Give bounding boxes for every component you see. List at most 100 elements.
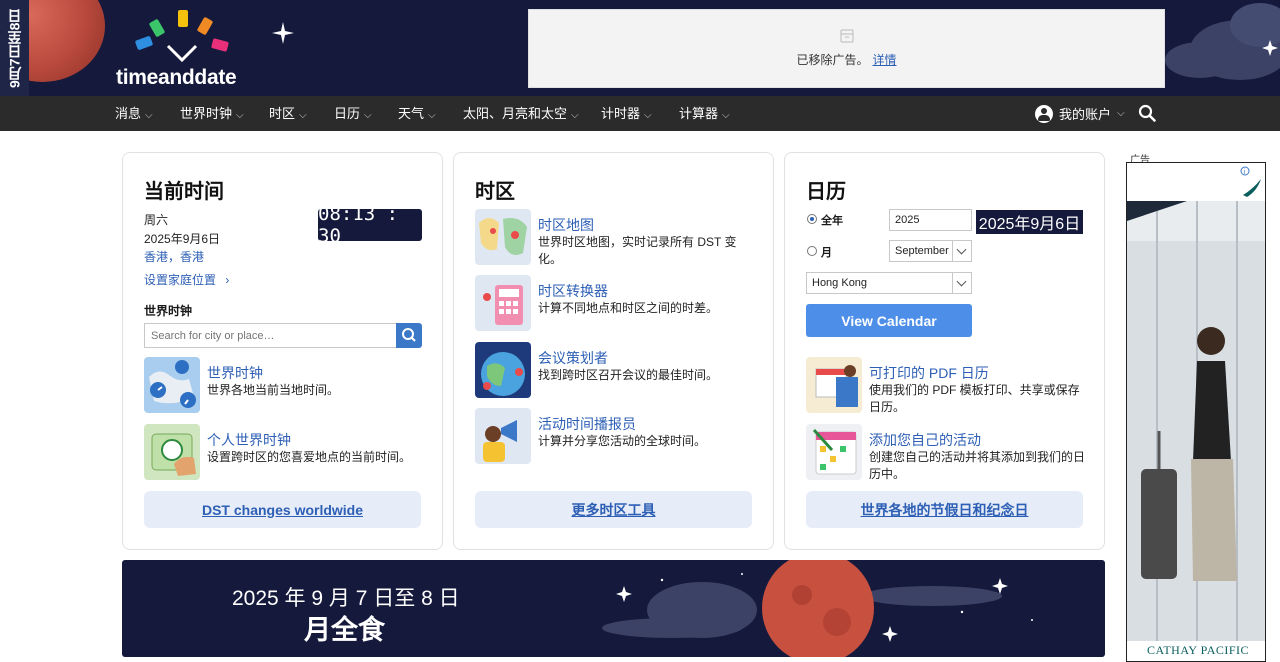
nav-world-clock-label: 世界时钟 [180, 106, 233, 121]
chevron-down-icon: ⌵ [1117, 108, 1125, 119]
location-link[interactable]: 香港，香港 [144, 248, 204, 265]
eclipse-banner-title: 月全食 [304, 615, 385, 645]
search-icon[interactable] [1138, 104, 1156, 122]
month-select[interactable]: September [889, 240, 972, 262]
time-zones-card: 时区 时区地图 世界时区地图，实时记录所有 DST 变化。 时区转换器 计算不同… [453, 152, 774, 550]
meeting-planner-desc: 找到跨时区召开会议的最佳时间。 [538, 368, 719, 382]
nav-news[interactable]: 消息 ⌵ [115, 96, 153, 131]
nav-time-zones[interactable]: 时区 ⌵ [269, 96, 307, 131]
world-clock-desc: 世界各地当前当地时间。 [207, 383, 340, 397]
chevron-down-icon: ⌵ [644, 110, 652, 121]
chevron-down-icon [952, 273, 971, 293]
dst-changes-button[interactable]: DST changes worldwide [144, 491, 421, 528]
logo-text[interactable]: timeanddate [116, 66, 237, 90]
current-date-badge: 2025年9月6日 [976, 210, 1083, 234]
nav-calendar[interactable]: 日历 ⌵ [334, 96, 372, 131]
month-select-value: September [895, 245, 949, 257]
nav-timers[interactable]: 计时器 ⌵ [601, 96, 652, 131]
city-search-input[interactable] [144, 323, 396, 348]
nav-calculators[interactable]: 计算器 ⌵ [679, 96, 730, 131]
holidays-worldwide-button[interactable]: 世界各地的节假日和纪念日 [806, 491, 1083, 528]
feature-time-zone-map[interactable]: 时区地图 世界时区地图，实时记录所有 DST 变化。 [475, 209, 765, 267]
world-clock-link[interactable]: 世界时钟 [207, 363, 263, 383]
search-icon [402, 328, 416, 342]
feature-event-announcer[interactable]: 活动时间播报员 计算并分享您活动的全球时间。 [475, 408, 765, 466]
radio-full-year-label: 全年 [821, 215, 843, 227]
feature-personal-world-clock[interactable]: 个人世界时钟 设置跨时区的您喜爱地点的当前时间。 [144, 424, 434, 482]
chevron-down-icon: ⌵ [428, 110, 436, 121]
world-clock-heading: 世界时钟 [144, 304, 193, 318]
chevron-down-icon: ⌵ [299, 110, 307, 121]
chevron-down-icon: ⌵ [236, 110, 244, 121]
add-own-events-link[interactable]: 添加您自己的活动 [869, 430, 981, 450]
eclipse-illustration [602, 560, 1033, 657]
nav-world-clock[interactable]: 世界时钟 ⌵ [180, 96, 244, 131]
eclipse-banner[interactable]: 2025 年 9 月 7 日至 8 日 月全食 [122, 560, 1105, 657]
event-announcer-desc: 计算并分享您活动的全球时间。 [538, 434, 707, 448]
time-zone-converter-desc: 计算不同地点和时区之间的时差。 [538, 301, 719, 315]
radio-full-year[interactable] [807, 214, 817, 224]
personal-world-clock-link[interactable]: 个人世界时钟 [207, 430, 291, 450]
set-home-label: 设置家庭位置 [144, 273, 217, 287]
view-calendar-button[interactable]: View Calendar [806, 304, 972, 337]
chevron-right-icon: › [225, 273, 230, 287]
city-search-button[interactable] [396, 323, 422, 348]
printable-pdf-calendar-link[interactable]: 可打印的 PDF 日历 [869, 363, 989, 383]
time-zone-map-link[interactable]: 时区地图 [538, 215, 594, 235]
nav-weather[interactable]: 天气 ⌵ [398, 96, 436, 131]
time-zones-title: 时区 [475, 181, 515, 203]
nav-news-label: 消息 [115, 106, 142, 121]
world-clock-thumbnail [144, 357, 200, 413]
add-own-events-desc: 创建您自己的活动并将其添加到我们的日历中。 [869, 450, 1086, 481]
eclipse-date-tab[interactable]: 9月7日至8日 [0, 0, 29, 96]
time-zone-map-thumbnail [475, 209, 531, 265]
nav-calculators-label: 计算器 [679, 106, 719, 121]
chevron-down-icon [952, 241, 971, 261]
ad-details-link[interactable]: 详情 [873, 53, 897, 67]
nav-sun-moon-space[interactable]: 太阳、月亮和太空 ⌵ [463, 96, 579, 131]
star-icon [272, 22, 294, 44]
ad-info-icon[interactable]: i [1239, 165, 1263, 201]
nav-weather-label: 天气 [398, 106, 425, 121]
more-time-zone-tools-button[interactable]: 更多时区工具 [475, 491, 752, 528]
personal-world-clock-desc: 设置跨时区的您喜爱地点的当前时间。 [207, 450, 412, 464]
feature-world-clock[interactable]: 世界时钟 世界各地当前当地时间。 [144, 357, 434, 415]
removed-ad-box: 已移除广告。 详情 [528, 9, 1165, 88]
location-select[interactable]: Hong Kong [806, 272, 972, 294]
time-zone-map-desc: 世界时区地图，实时记录所有 DST 变化。 [538, 235, 737, 266]
set-home-link[interactable]: 设置家庭位置 › [144, 271, 229, 288]
ad-removed-text: 已移除广告。 [796, 53, 869, 67]
my-account-menu[interactable]: 我的账户 ⌵ [1035, 96, 1125, 131]
city-search [144, 323, 422, 348]
personal-world-clock-thumbnail [144, 424, 200, 480]
time-zone-converter-link[interactable]: 时区转换器 [538, 281, 608, 301]
cathay-pacific-logo: CATHAY PACIFIC [1147, 643, 1250, 657]
calendar-card: 日历 全年 2025 2025年9月6日 月 September Hong Ko… [784, 152, 1105, 550]
year-input[interactable]: 2025 [889, 209, 972, 231]
current-time-title: 当前时间 [144, 181, 224, 203]
ad-removed-message: 已移除广告。 详情 [796, 51, 896, 68]
feature-time-zone-converter[interactable]: 时区转换器 计算不同地点和时区之间的时差。 [475, 275, 765, 333]
feature-add-own-events[interactable]: 添加您自己的活动 创建您自己的活动并将其添加到我们的日历中。 [806, 424, 1096, 482]
printable-pdf-calendar-desc: 使用我们的 PDF 模板打印、共享或保存日历。 [869, 383, 1080, 414]
weekday: 周六 [144, 213, 169, 227]
digital-clock: 08:13 : 30 [318, 203, 422, 247]
cloud-image [1165, 3, 1280, 80]
meeting-planner-link[interactable]: 会议策划者 [538, 348, 608, 368]
feature-printable-pdf-calendar[interactable]: 可打印的 PDF 日历 使用我们的 PDF 模板打印、共享或保存日历。 [806, 357, 1096, 415]
nav-timers-label: 计时器 [601, 106, 641, 121]
nav-calendar-label: 日历 [334, 106, 361, 121]
chevron-down-icon: ⌵ [571, 110, 579, 121]
feature-meeting-planner[interactable]: 会议策划者 找到跨时区召开会议的最佳时间。 [475, 342, 765, 400]
side-advertisement[interactable]: i CATHAY PACIFIC [1126, 162, 1266, 662]
chevron-down-icon: ⌵ [722, 110, 730, 121]
user-icon [1035, 104, 1053, 123]
event-announcer-link[interactable]: 活动时间播报员 [538, 414, 636, 434]
chevron-down-icon: ⌵ [145, 110, 153, 121]
chevron-down-icon: ⌵ [364, 110, 372, 121]
time-zone-converter-thumbnail [475, 275, 531, 331]
add-events-thumbnail [806, 424, 862, 480]
current-time-card: 当前时间 周六 2025年9月6日 香港，香港 08:13 : 30 设置家庭位… [122, 152, 443, 550]
location-select-value: Hong Kong [812, 277, 868, 289]
radio-month[interactable] [807, 246, 817, 256]
